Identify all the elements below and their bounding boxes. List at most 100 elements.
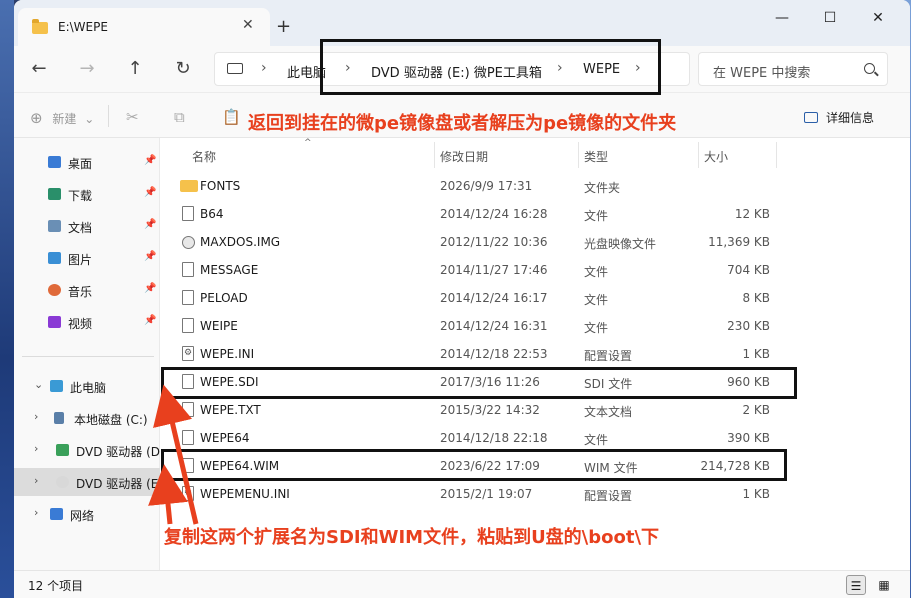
sidebar-item-label: DVD 驱动器 (D <box>76 445 161 459</box>
network-icon <box>50 508 63 520</box>
config-file-icon <box>182 346 194 361</box>
file-name: B64 <box>200 207 224 221</box>
refresh-button[interactable]: ↻ <box>172 58 194 79</box>
file-icon <box>182 430 194 445</box>
file-row[interactable]: MAXDOS.IMG 2012/11/22 10:36 光盘映像文件 11,369 K… <box>160 228 910 256</box>
file-type: 文件 <box>584 265 609 279</box>
file-modified-date: 2014/12/24 16:28 <box>440 207 548 221</box>
file-name: FONTS <box>200 179 241 193</box>
file-size: 8 KB <box>742 291 770 305</box>
pin-icon: 📌 <box>144 315 157 326</box>
cut-icon[interactable]: ✂ <box>126 108 139 126</box>
file-name: WEPEMENU.INI <box>200 487 290 501</box>
sidebar-item-local-disk-c[interactable]: › 本地磁盘 (C:) <box>14 404 160 432</box>
file-name: WEPE.TXT <box>200 403 261 417</box>
navigation-pane: 桌面 📌 下载 📌 文档 📌 图片 📌 音乐 📌 视频 📌 ⌄ 此电脑 › 本地… <box>14 138 160 570</box>
file-size: 1 KB <box>742 487 770 501</box>
new-button-label: 新建 <box>52 112 77 126</box>
file-row[interactable]: MESSAGE 2014/11/27 17:46 文件 704 KB <box>160 256 910 284</box>
dvd-drive-icon <box>56 444 69 456</box>
documents-icon <box>48 220 61 232</box>
sidebar-item-documents[interactable]: 文档 📌 <box>14 212 160 240</box>
sidebar-item-this-pc[interactable]: ⌄ 此电脑 <box>14 372 160 400</box>
file-row[interactable]: WEPE64 2014/12/18 22:18 文件 390 KB <box>160 424 910 452</box>
details-pane-icon <box>804 112 818 123</box>
details-pane-button[interactable]: 详细信息 <box>804 109 874 126</box>
column-divider[interactable] <box>434 142 435 168</box>
file-type: 文件 <box>584 293 609 307</box>
file-modified-date: 2014/12/18 22:18 <box>440 431 548 445</box>
sidebar-item-downloads[interactable]: 下载 📌 <box>14 180 160 208</box>
file-type: 文件 <box>584 321 609 335</box>
sidebar-item-label: 此电脑 <box>70 381 107 395</box>
wim-file-highlight-box <box>161 449 787 481</box>
sidebar-item-label: 图片 <box>68 253 93 267</box>
annotation-top: 返回到挂在的微pe镜像盘或者解压为pe镜像的文件夹 <box>248 113 677 134</box>
chevron-right-icon[interactable]: › <box>34 442 38 455</box>
details-view-button[interactable]: ☰ <box>846 575 866 595</box>
config-file-icon <box>182 486 194 501</box>
text-file-icon <box>182 402 194 417</box>
new-tab-button[interactable]: + <box>276 16 291 37</box>
file-size: 390 KB <box>727 431 770 445</box>
paste-icon[interactable]: 📋 <box>222 108 241 126</box>
explorer-tab[interactable]: E:\WEPE ✕ <box>18 8 270 46</box>
sidebar-item-dvd-e[interactable]: › DVD 驱动器 (E <box>14 468 160 496</box>
close-window-button[interactable]: ✕ <box>868 10 888 26</box>
file-size: 2 KB <box>742 403 770 417</box>
file-type: 光盘映像文件 <box>584 237 657 251</box>
sidebar-item-label: 桌面 <box>68 157 93 171</box>
column-header-size[interactable]: 大小 <box>704 148 728 165</box>
minimize-button[interactable]: — <box>772 10 792 26</box>
new-button[interactable]: ⊕ 新建 ⌄ <box>30 109 94 127</box>
column-divider[interactable] <box>698 142 699 168</box>
file-name: WEPE64 <box>200 431 250 445</box>
chevron-right-icon[interactable]: › <box>34 410 38 423</box>
chevron-right-icon[interactable]: › <box>34 506 38 519</box>
sidebar-item-label: 本地磁盘 (C:) <box>74 413 148 427</box>
file-row[interactable]: B64 2014/12/24 16:28 文件 12 KB <box>160 200 910 228</box>
copy-icon[interactable]: ⧉ <box>174 108 185 126</box>
tab-close-button[interactable]: ✕ <box>242 17 254 33</box>
file-name: WEPE.INI <box>200 347 255 361</box>
file-type: 配置设置 <box>584 349 633 363</box>
chevron-down-icon[interactable]: ⌄ <box>34 378 43 391</box>
file-modified-date: 2012/11/22 10:36 <box>440 235 548 249</box>
sidebar-item-dvd-d[interactable]: › DVD 驱动器 (D <box>14 436 160 464</box>
back-button[interactable]: ← <box>28 58 50 79</box>
sidebar-item-network[interactable]: › 网络 <box>14 500 160 528</box>
desktop-wallpaper-left <box>0 0 14 598</box>
file-row[interactable]: WEIPE 2014/12/24 16:31 文件 230 KB <box>160 312 910 340</box>
file-row[interactable]: PELOAD 2014/12/24 16:17 文件 8 KB <box>160 284 910 312</box>
column-divider[interactable] <box>578 142 579 168</box>
file-size: 1 KB <box>742 347 770 361</box>
music-icon <box>48 284 61 296</box>
file-row[interactable]: FONTS 2026/9/9 17:31 文件夹 <box>160 172 910 200</box>
maximize-button[interactable]: ☐ <box>820 10 840 26</box>
file-row[interactable]: WEPE.INI 2014/12/18 22:53 配置设置 1 KB <box>160 340 910 368</box>
sidebar-item-desktop[interactable]: 桌面 📌 <box>14 148 160 176</box>
sidebar-divider <box>22 356 154 357</box>
column-divider[interactable] <box>776 142 777 168</box>
sort-ascending-icon: ^ <box>304 138 312 148</box>
sidebar-item-music[interactable]: 音乐 📌 <box>14 276 160 304</box>
tiles-view-button[interactable]: ▦ <box>874 575 894 595</box>
file-icon <box>182 290 194 305</box>
column-header-type[interactable]: 类型 <box>584 148 608 165</box>
search-input[interactable]: 在 WEPE 中搜索 <box>698 52 888 86</box>
file-row[interactable]: WEPEMENU.INI 2015/2/1 19:07 配置设置 1 KB <box>160 480 910 508</box>
up-button[interactable]: ↑ <box>124 58 146 79</box>
sidebar-item-label: 文档 <box>68 221 93 235</box>
file-icon <box>182 262 194 277</box>
plus-icon: ⊕ <box>30 109 43 127</box>
search-icon <box>864 63 875 74</box>
file-row[interactable]: WEPE.TXT 2015/3/22 14:32 文本文档 2 KB <box>160 396 910 424</box>
sidebar-item-videos[interactable]: 视频 📌 <box>14 308 160 336</box>
forward-button[interactable]: → <box>76 58 98 79</box>
chevron-right-icon[interactable]: › <box>34 474 38 487</box>
sidebar-item-label: 音乐 <box>68 285 93 299</box>
tab-title: E:\WEPE <box>58 20 108 34</box>
sidebar-item-pictures[interactable]: 图片 📌 <box>14 244 160 272</box>
column-header-name[interactable]: 名称 <box>192 148 216 165</box>
column-header-date[interactable]: 修改日期 <box>440 148 488 165</box>
